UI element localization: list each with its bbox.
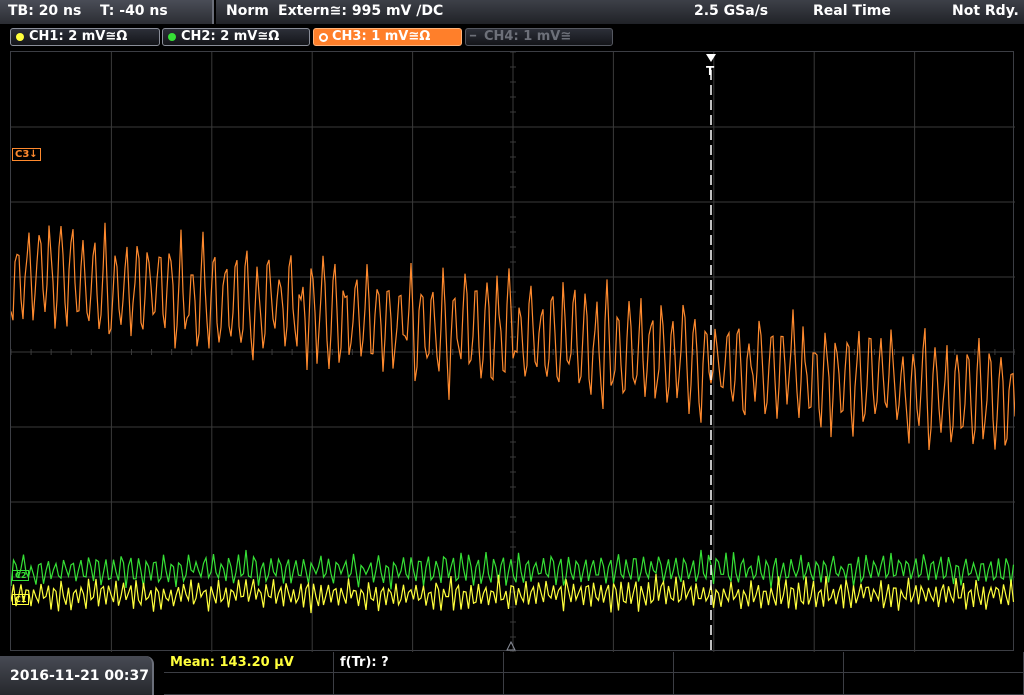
channel-2-tab[interactable]: CH2: 2 mV≅Ω xyxy=(162,28,310,46)
channel-1-label: CH1: 2 mV≅Ω xyxy=(29,29,128,44)
status-label: Not Rdy. xyxy=(952,3,1019,19)
bottom-bar: 2016-11-21 00:37 Mean: 143.20 µV f(Tr): … xyxy=(0,652,1024,695)
channel-3-dot-icon xyxy=(319,33,328,42)
channel-2-trace xyxy=(11,549,1015,590)
mean-measurement: Mean: 143.20 µV xyxy=(170,655,294,670)
channel-4-label: CH4: 1 mV≅ xyxy=(484,29,572,44)
trigger-mode-label: Norm xyxy=(226,3,269,19)
channel-1-tab[interactable]: CH1: 2 mV≅Ω xyxy=(10,28,160,46)
frequency-measurement: f(Tr): ? xyxy=(340,655,389,670)
timebase-label: TB: 20 ns xyxy=(8,3,82,19)
channel-1-marker[interactable]: C1 xyxy=(12,594,30,605)
status-bar[interactable]: Norm Extern≅: 995 mV ∕DC 2.5 GSa/s Real … xyxy=(216,0,1024,24)
measurement-panel[interactable]: Mean: 143.20 µV f(Tr): ? xyxy=(164,652,1024,695)
channel-3-label: CH3: 1 mV≅Ω xyxy=(332,29,431,44)
waveform-display[interactable]: C3↓ C2 C1 T xyxy=(10,51,1015,652)
reference-arrow-icon xyxy=(506,640,516,651)
channel-2-label: CH2: 2 mV≅Ω xyxy=(181,29,280,44)
trigger-arrow-icon xyxy=(706,54,716,62)
channel-4-tab[interactable]: ━ CH4: 1 mV≅ xyxy=(465,28,613,46)
top-bar: TB: 20 ns T: -40 ns Norm Extern≅: 995 mV… xyxy=(0,0,1024,24)
channel-bar: CH1: 2 mV≅Ω CH2: 2 mV≅Ω CH3: 1 mV≅Ω ━ CH… xyxy=(0,25,1024,51)
datetime-box: 2016-11-21 00:37 xyxy=(0,656,154,695)
channel-2-marker[interactable]: C2 xyxy=(12,570,30,581)
sample-rate-label: 2.5 GSa/s xyxy=(694,3,769,19)
trigger-marker[interactable]: T xyxy=(706,64,714,78)
timebase-box[interactable]: TB: 20 ns T: -40 ns xyxy=(0,0,214,24)
trigger-position-label: T: -40 ns xyxy=(100,3,168,19)
channel-4-off-icon: ━ xyxy=(470,31,477,42)
channel-3-tab[interactable]: CH3: 1 mV≅Ω xyxy=(313,28,462,46)
datetime-label: 2016-11-21 00:37 xyxy=(10,668,149,684)
acquisition-mode-label: Real Time xyxy=(813,3,891,19)
waveform-svg xyxy=(11,52,1015,652)
channel-1-dot-icon xyxy=(16,33,24,41)
channel-3-marker[interactable]: C3↓ xyxy=(12,148,41,161)
trigger-source-label: Extern≅: 995 mV ∕DC xyxy=(278,3,444,19)
channel-2-dot-icon xyxy=(168,33,176,41)
